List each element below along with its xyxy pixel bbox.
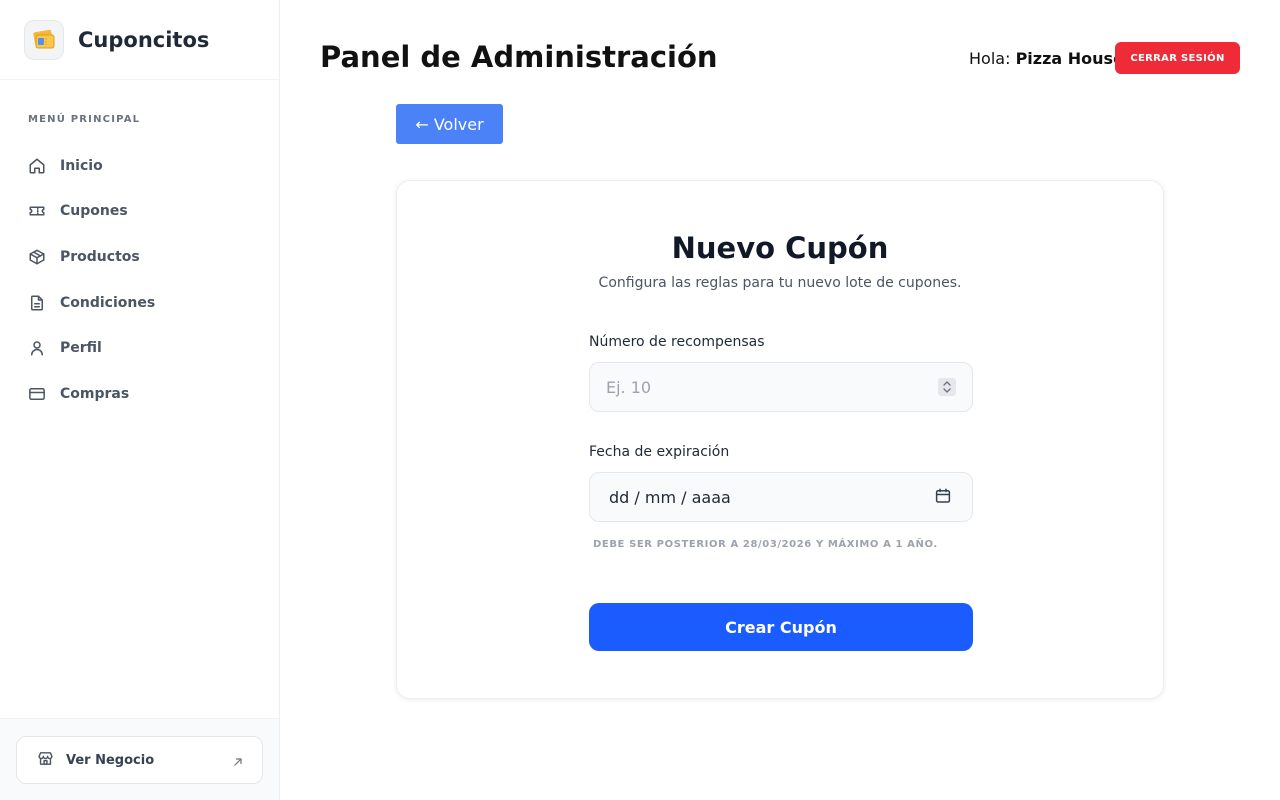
greeting-prefix: Hola: (969, 49, 1011, 68)
external-arrow-icon (232, 753, 244, 772)
user-name: Pizza House (1015, 49, 1124, 68)
sidebar-item-inicio[interactable]: Inicio (0, 143, 279, 189)
store-icon (37, 750, 54, 771)
expiration-date-input[interactable]: dd / mm / aaaa (589, 472, 973, 522)
credit-card-icon (28, 385, 46, 403)
date-label: Fecha de expiración (589, 444, 730, 460)
menu-section-title: MENÚ PRINCIPAL (28, 114, 141, 125)
rewards-label: Número de recompensas (589, 334, 765, 350)
form-subtitle: Configura las reglas para tu nuevo lote … (598, 275, 962, 291)
rewards-field (589, 362, 973, 412)
user-icon (28, 339, 46, 357)
box-icon (28, 248, 46, 266)
form-title: Nuevo Cupón (671, 231, 889, 265)
sidebar-item-condiciones[interactable]: Condiciones (0, 280, 279, 326)
brand: Cuponcitos (0, 0, 279, 80)
user-greeting: Hola: Pizza House (969, 49, 1124, 68)
sidebar-item-label: Condiciones (60, 294, 156, 311)
page-title: Panel de Administración (320, 40, 718, 74)
sidebar-item-label: Inicio (60, 157, 103, 174)
logout-button[interactable]: CERRAR SESIÓN (1115, 42, 1240, 74)
create-coupon-button[interactable]: Crear Cupón (589, 603, 973, 651)
sidebar-item-label: Perfil (60, 340, 102, 357)
new-coupon-card: Nuevo Cupón Configura las reglas para tu… (396, 180, 1164, 699)
sidebar-item-compras[interactable]: Compras (0, 371, 279, 417)
document-icon (28, 294, 46, 312)
sidebar-item-perfil[interactable]: Perfil (0, 325, 279, 371)
sidebar: Cuponcitos MENÚ PRINCIPAL Inicio Cupones… (0, 0, 280, 800)
home-icon (28, 157, 46, 175)
sidebar-item-label: Productos (60, 248, 140, 265)
date-placeholder: dd / mm / aaaa (609, 488, 731, 507)
back-button[interactable]: ← Volver (396, 104, 503, 144)
rewards-input[interactable] (590, 363, 972, 411)
sidebar-footer: Ver Negocio (0, 718, 279, 800)
view-business-button[interactable]: Ver Negocio (16, 736, 263, 784)
sidebar-item-label: Compras (60, 385, 130, 402)
ticket-icon (28, 202, 46, 220)
number-stepper-icon[interactable] (938, 378, 956, 396)
coupon-logo-icon (24, 19, 64, 60)
calendar-icon[interactable] (934, 487, 952, 509)
view-business-label: Ver Negocio (66, 752, 155, 768)
main-menu: Inicio Cupones Productos Condiciones Per… (0, 143, 279, 417)
sidebar-item-productos[interactable]: Productos (0, 234, 279, 280)
sidebar-item-cupones[interactable]: Cupones (0, 189, 279, 235)
date-hint: DEBE SER POSTERIOR A 28/03/2026 Y MÁXIMO… (593, 539, 938, 550)
sidebar-item-label: Cupones (60, 203, 128, 220)
brand-name: Cuponcitos (78, 27, 210, 52)
